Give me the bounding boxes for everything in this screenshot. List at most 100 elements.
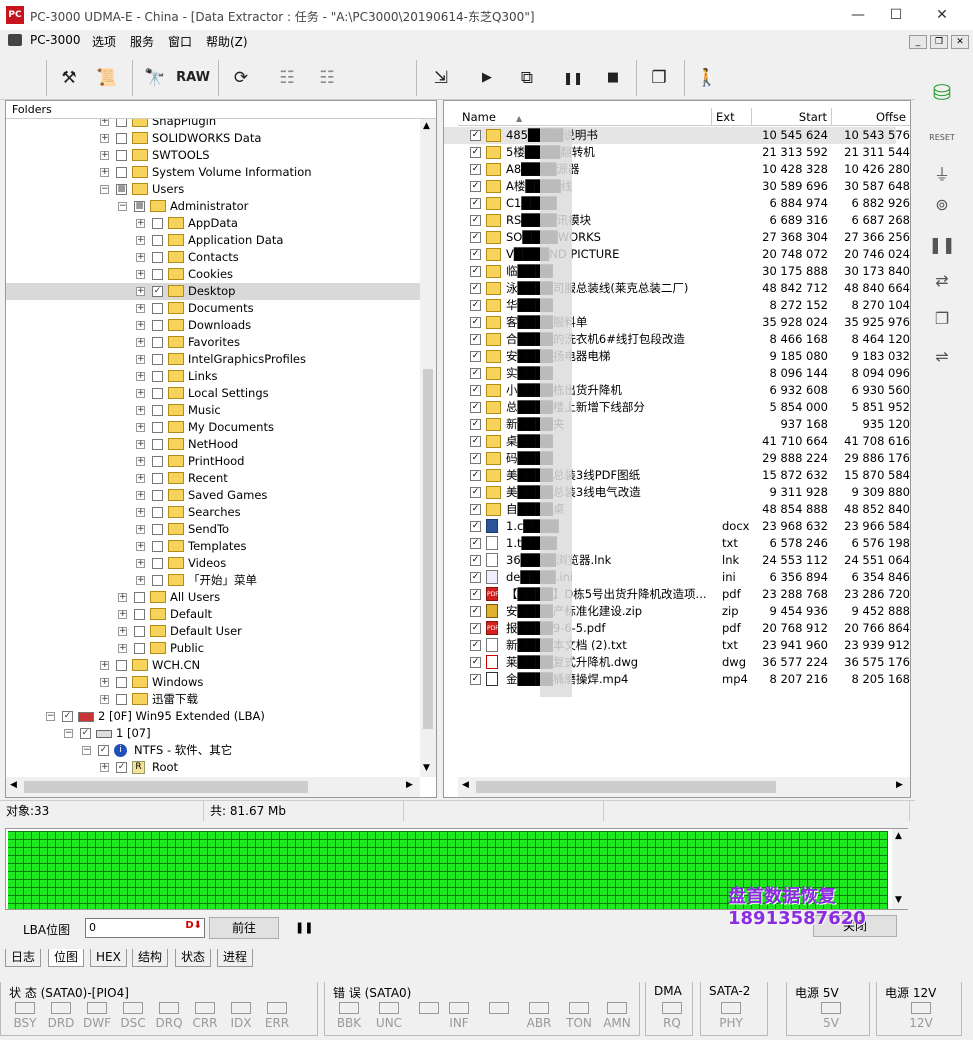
tree-node[interactable]: − ■ Users — [6, 181, 420, 198]
bitmap-vertical-scrollbar[interactable]: ▲ ▼ — [892, 829, 908, 909]
file-checkbox[interactable]: ✓ — [470, 198, 481, 209]
tree-node[interactable]: + ✓ R Root — [6, 759, 420, 776]
expand-icon[interactable]: + — [136, 440, 145, 449]
file-checkbox[interactable]: ✓ — [470, 385, 481, 396]
file-row[interactable]: ✓ V████ND PICTURE 20 748 072 20 746 024 — [444, 246, 910, 263]
file-row[interactable]: ✓ A8████源器 10 428 328 10 426 280 — [444, 161, 910, 178]
tree-checkbox[interactable] — [152, 558, 163, 569]
file-checkbox[interactable]: ✓ — [470, 453, 481, 464]
tree-node[interactable]: + SendTo — [6, 521, 420, 538]
column-offset-header[interactable]: Offse — [832, 108, 910, 126]
tree-node[interactable]: + Downloads — [6, 317, 420, 334]
tree-node[interactable]: + Documents — [6, 300, 420, 317]
file-checkbox[interactable]: ✓ — [470, 623, 481, 634]
tree-node[interactable]: + Default User — [6, 623, 420, 640]
tree-checkbox[interactable] — [134, 609, 145, 620]
file-row[interactable]: ✓ 泳████司服总装线(莱克总装二厂) 48 842 712 48 840 664 — [444, 280, 910, 297]
collapse-icon[interactable]: − — [64, 729, 73, 738]
file-row[interactable]: ✓ PDF 【████】D栋5号出货升降机改造项... pdf 23 288 768 23… — [444, 586, 910, 603]
tree-checkbox[interactable] — [152, 422, 163, 433]
file-row[interactable]: ✓ 1.t████ txt 6 578 246 6 576 198 — [444, 535, 910, 552]
tab-bitmap[interactable]: 位图 — [48, 949, 85, 967]
scroll-thumb[interactable] — [476, 781, 776, 793]
tree-checkbox[interactable]: ✓ — [98, 745, 109, 756]
tree-checkbox[interactable]: ✓ — [152, 286, 163, 297]
tree-checkbox[interactable] — [152, 320, 163, 331]
tree-checkbox[interactable] — [152, 269, 163, 280]
file-checkbox[interactable]: ✓ — [470, 300, 481, 311]
expand-icon[interactable]: + — [100, 151, 109, 160]
file-row[interactable]: ✓ RS████讯模块 6 689 316 6 687 268 — [444, 212, 910, 229]
expand-icon[interactable]: + — [100, 695, 109, 704]
file-row[interactable]: ✓ 美████总装3线电气改造 9 311 928 9 309 880 — [444, 484, 910, 501]
binoculars-icon[interactable]: 🔭 — [138, 61, 172, 95]
probe-icon[interactable]: ⏚ — [924, 161, 960, 191]
expand-icon[interactable]: + — [136, 338, 145, 347]
file-checkbox[interactable]: ✓ — [470, 351, 481, 362]
expand-icon[interactable]: + — [136, 525, 145, 534]
file-checkbox[interactable]: ✓ — [470, 657, 481, 668]
scroll-down-icon[interactable]: ▼ — [895, 895, 902, 905]
mdi-minimize-button[interactable]: _ — [909, 35, 927, 49]
file-row[interactable]: ✓ SO████WORKS 27 368 304 27 366 256 — [444, 229, 910, 246]
go-button[interactable]: 前往 — [209, 917, 279, 939]
file-checkbox[interactable]: ✓ — [470, 283, 481, 294]
script-button[interactable]: 📜 — [90, 61, 124, 95]
file-checkbox[interactable]: ✓ — [470, 164, 481, 175]
file-checkbox[interactable]: ✓ — [470, 504, 481, 515]
tree-node[interactable]: + 「开始」菜单 — [6, 572, 420, 589]
menu-service[interactable]: 服务 — [130, 33, 154, 50]
tree-node[interactable]: + SnapPlugin — [6, 119, 420, 130]
tree-checkbox[interactable] — [152, 303, 163, 314]
maximize-button[interactable]: ☐ — [873, 0, 919, 30]
file-checkbox[interactable]: ✓ — [470, 130, 481, 141]
pause-icon[interactable]: ❚❚ — [295, 921, 313, 934]
connector-icon[interactable]: ⊚ — [924, 195, 960, 225]
column-ext-header[interactable]: Ext — [712, 108, 752, 126]
tree-node[interactable]: + NetHood — [6, 436, 420, 453]
expand-icon[interactable]: + — [100, 119, 109, 126]
tree-node[interactable]: + 迅雷下载 — [6, 691, 420, 708]
file-checkbox[interactable]: ✓ — [470, 589, 481, 600]
file-row[interactable]: ✓ 客████服料单 35 928 024 35 925 976 — [444, 314, 910, 331]
mdi-restore-button[interactable]: ❐ — [930, 35, 948, 49]
expand-icon[interactable]: + — [136, 457, 145, 466]
expand-icon[interactable]: + — [136, 423, 145, 432]
scroll-right-icon[interactable]: ▶ — [896, 780, 903, 790]
file-row[interactable]: ✓ 美████总装3线PDF图纸 15 872 632 15 870 584 — [444, 467, 910, 484]
menu-options[interactable]: 选项 — [92, 33, 116, 50]
expand-icon[interactable]: + — [100, 134, 109, 143]
expand-icon[interactable]: + — [118, 593, 127, 602]
file-row[interactable]: ✓ 总████楼上新增下线部分 5 854 000 5 851 952 — [444, 399, 910, 416]
file-checkbox[interactable]: ✓ — [470, 555, 481, 566]
tree-node[interactable]: + Recent — [6, 470, 420, 487]
tree-checkbox[interactable] — [152, 541, 163, 552]
file-checkbox[interactable]: ✓ — [470, 402, 481, 413]
tree-checkbox[interactable] — [134, 643, 145, 654]
tree-checkbox[interactable] — [152, 252, 163, 263]
expand-icon[interactable]: + — [118, 627, 127, 636]
tree-checkbox[interactable]: ✓ — [62, 711, 73, 722]
tree-node[interactable]: + AppData — [6, 215, 420, 232]
tree-checkbox[interactable] — [152, 337, 163, 348]
file-row[interactable]: ✓ 485████说明书 10 545 624 10 543 576 — [444, 127, 910, 144]
tree-node[interactable]: + Public — [6, 640, 420, 657]
tree-checkbox[interactable] — [116, 694, 127, 705]
file-row[interactable]: ✓ 5楼████翻转机 21 313 592 21 311 544 — [444, 144, 910, 161]
tree-checkbox[interactable] — [116, 119, 127, 127]
open-folder-button[interactable]: ⟳ — [224, 61, 258, 95]
pause-icon[interactable]: ❚❚ — [924, 235, 960, 265]
tree-view-alt-button[interactable]: ☷ — [310, 61, 344, 95]
expand-icon[interactable]: + — [136, 372, 145, 381]
lba-input[interactable]: 0 D⬇ — [85, 918, 205, 938]
tab-process[interactable]: 进程 — [217, 949, 254, 967]
tree-node[interactable]: + Local Settings — [6, 385, 420, 402]
file-checkbox[interactable]: ✓ — [470, 436, 481, 447]
file-checkbox[interactable]: ✓ — [470, 249, 481, 260]
tree-checkbox[interactable] — [152, 524, 163, 535]
file-checkbox[interactable]: ✓ — [470, 334, 481, 345]
file-checkbox[interactable]: ✓ — [470, 147, 481, 158]
file-row[interactable]: ✓ 安████扬电器电梯 9 185 080 9 183 032 — [444, 348, 910, 365]
tools-button[interactable]: ⚒ — [52, 61, 86, 95]
tab-status[interactable]: 状态 — [175, 949, 212, 967]
